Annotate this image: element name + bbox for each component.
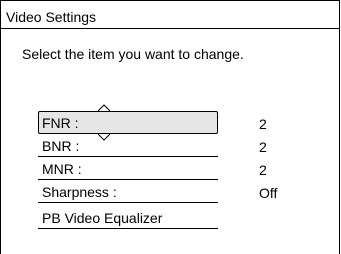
setting-value-mnr: 2	[259, 162, 267, 178]
setting-label-mnr: MNR :	[42, 161, 82, 177]
row-divider	[38, 202, 218, 203]
setting-row-fnr[interactable]: FNR :	[38, 111, 218, 134]
setting-value-fnr: 2	[259, 116, 267, 132]
setting-row-pb-video-equalizer[interactable]: PB Video Equalizer	[38, 206, 218, 229]
window-title: Video Settings	[6, 9, 97, 25]
setting-value-sharpness: Off	[259, 185, 278, 201]
instruction-text: Select the item you want to change.	[22, 46, 244, 62]
caret-up-icon[interactable]	[98, 104, 110, 111]
setting-label-fnr: FNR :	[42, 115, 79, 131]
title-bar: Video Settings	[1, 0, 340, 29]
setting-row-bnr[interactable]: BNR :	[38, 134, 218, 157]
setting-label-sharpness: Sharpness :	[42, 184, 117, 200]
row-divider	[38, 228, 218, 229]
setting-value-bnr: 2	[259, 139, 267, 155]
setting-row-sharpness[interactable]: Sharpness :	[38, 180, 218, 203]
setting-label-pb-video-equalizer: PB Video Equalizer	[42, 210, 163, 226]
video-settings-panel: Video Settings Select the item you want …	[0, 0, 340, 254]
setting-label-bnr: BNR :	[42, 138, 80, 154]
setting-row-mnr[interactable]: MNR :	[38, 157, 218, 180]
